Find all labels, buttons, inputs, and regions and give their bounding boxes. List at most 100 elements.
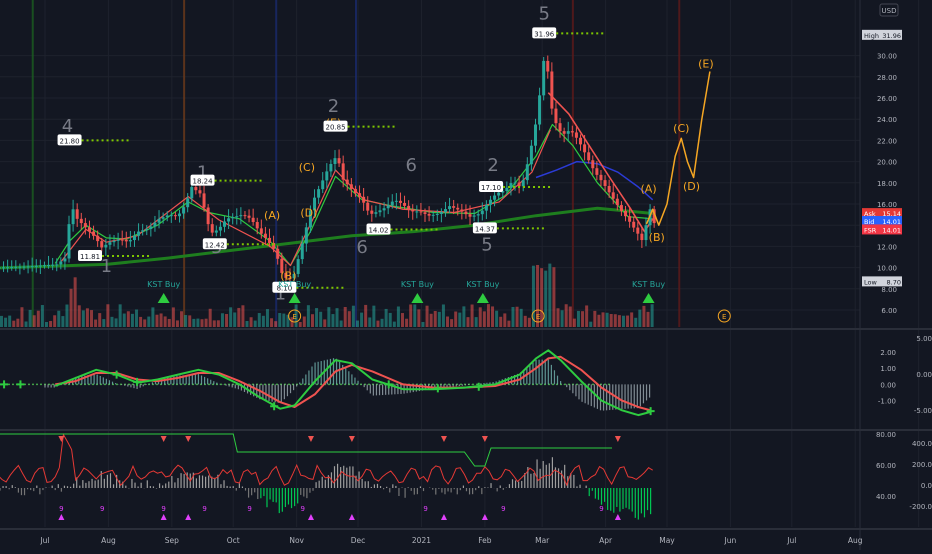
volume-bar (61, 316, 65, 327)
volume-bar (94, 319, 98, 327)
volume-bar (319, 311, 323, 327)
candle-body (378, 210, 382, 213)
time-axis-label: Sep (165, 536, 179, 545)
candle-body (607, 185, 611, 193)
candle-body (243, 215, 247, 217)
candle-body (583, 144, 587, 153)
candle-body (0, 267, 1, 269)
momentum-signal-label: 9 (161, 505, 165, 513)
price-tick-label: 28.00 (877, 74, 897, 82)
time-axis-label: 2021 (412, 536, 431, 545)
candle-body (329, 163, 333, 172)
volume-bar (413, 304, 417, 327)
candle-body (137, 231, 141, 236)
candle-body (374, 212, 378, 214)
momentum-signal-label: 9 (301, 505, 305, 513)
osc-side-tick-label: -5.00 (914, 407, 932, 415)
candle-body (79, 218, 83, 224)
volume-bar (634, 317, 638, 327)
time-axis-label: Jul (786, 536, 796, 545)
volume-bar (69, 288, 73, 327)
candle-body (145, 229, 149, 231)
candle-body (341, 163, 345, 180)
candle-body (570, 131, 574, 133)
badge-label: FSR (864, 226, 877, 234)
osc-side-tick-label: 0.00 (916, 371, 932, 379)
kst-buy-label: KST Buy (401, 280, 434, 289)
price-tick-label: 10.00 (877, 265, 897, 273)
price-tick-label: 18.00 (877, 180, 897, 188)
volume-bar (306, 305, 310, 327)
volume-bar (388, 312, 392, 327)
volume-bar (368, 317, 372, 327)
candle-body (493, 195, 497, 200)
candle-body (411, 209, 415, 212)
volume-bar (327, 307, 331, 327)
volume-bar (372, 305, 376, 327)
momentum-signal-label: 9 (202, 505, 206, 513)
candle-body (538, 95, 542, 125)
wave-letter-label: (B) (649, 231, 665, 244)
volume-bar (265, 309, 269, 327)
candle-body (34, 265, 38, 267)
wave-count-label: 6 (356, 237, 367, 258)
volume-bar (331, 314, 335, 327)
candle-body (235, 216, 239, 218)
candle-body (2, 267, 6, 269)
volume-bar (568, 306, 572, 327)
candle-body (255, 222, 259, 229)
volume-bar (40, 305, 44, 327)
candle-body (214, 230, 218, 233)
volume-bar (495, 310, 499, 327)
candle-body (71, 209, 75, 225)
volume-bar (429, 313, 433, 327)
candle-body (452, 206, 456, 208)
momentum-tick-label: 80.00 (876, 431, 896, 439)
candle-body (615, 198, 619, 206)
candle-body (120, 239, 124, 241)
candle-body (398, 200, 402, 203)
volume-bar (343, 306, 347, 327)
osc-tick-label: 2.00 (880, 349, 896, 357)
candle-body (595, 168, 599, 175)
volume-bar (241, 305, 245, 327)
volume-bar (450, 319, 454, 327)
volume-bar (556, 308, 560, 327)
volume-bar (208, 308, 212, 327)
candle-body (599, 174, 603, 181)
candle-body (104, 244, 108, 248)
kst-buy-label: KST Buy (632, 280, 665, 289)
volume-bar (90, 310, 94, 327)
volume-bar (245, 320, 249, 327)
candle-body (513, 182, 517, 184)
candle-body (161, 217, 165, 219)
candle-body (18, 266, 22, 268)
volume-bar (315, 308, 319, 327)
candle-body (177, 213, 181, 217)
volume-bar (257, 313, 261, 327)
chart-svg[interactable]: 411512662551(A)(B)(C)(D)(E)(A)(B)(C)(D)(… (0, 0, 932, 550)
volume-bar (560, 310, 564, 327)
volume-bar (405, 318, 409, 327)
candle-body (22, 266, 26, 268)
candle-body (169, 215, 173, 217)
volume-bar (396, 306, 400, 327)
candle-body (591, 160, 595, 169)
badge-value: 8.70 (887, 278, 901, 286)
volume-bar (98, 313, 102, 327)
badge-value: 31.96 (882, 32, 901, 40)
candle-body (427, 213, 431, 216)
volume-bar (12, 320, 16, 327)
wave-count-label: 5 (538, 4, 549, 25)
volume-bar (589, 321, 593, 327)
volume-bar (478, 307, 482, 327)
time-axis-label: Aug (101, 536, 116, 545)
candle-body (644, 225, 648, 241)
momentum-signal-label: 9 (100, 505, 104, 513)
event-marker-label: E (292, 313, 296, 321)
candle-body (190, 187, 194, 199)
candle-body (296, 259, 300, 274)
candle-body (550, 71, 554, 109)
candle-body (632, 221, 636, 228)
volume-bar (16, 318, 20, 327)
